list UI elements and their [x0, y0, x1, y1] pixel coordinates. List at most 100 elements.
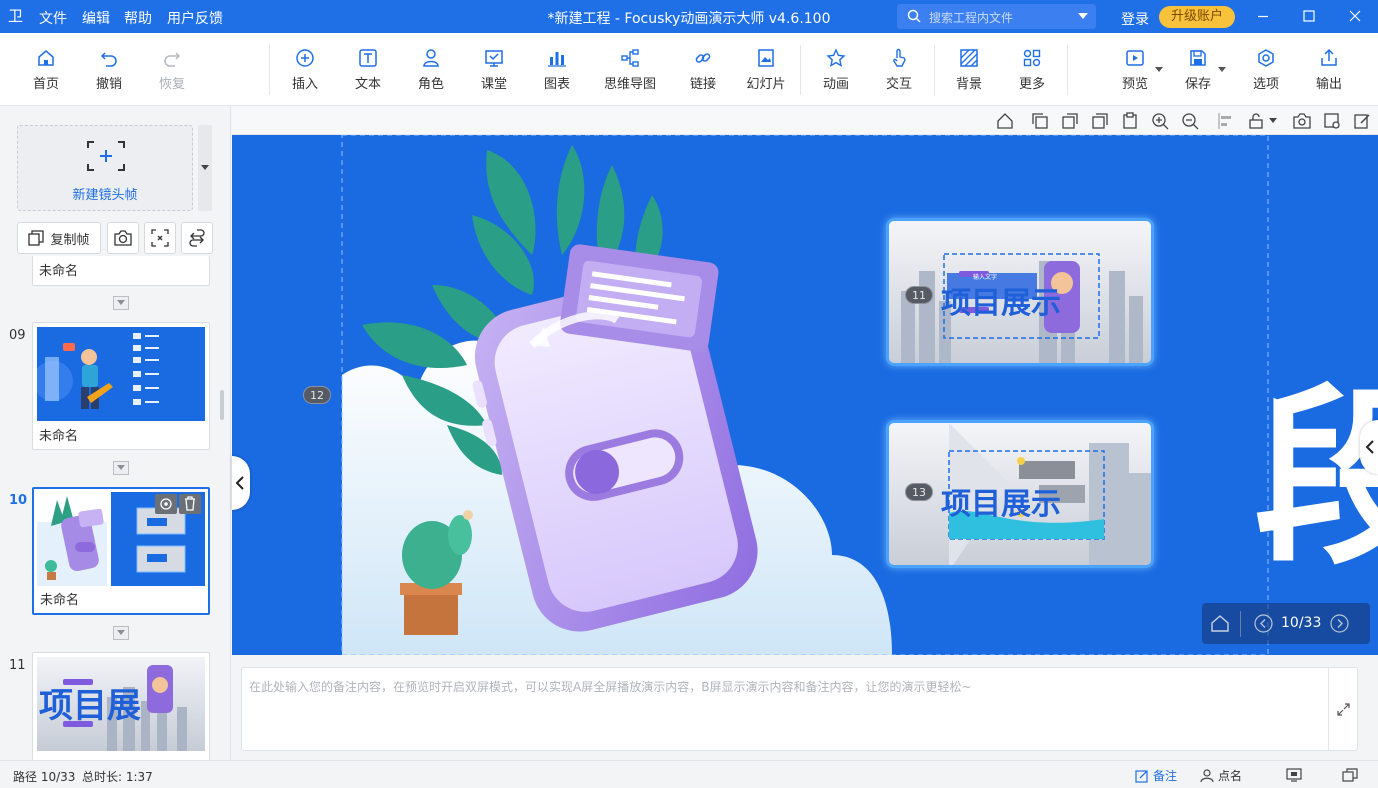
role-button[interactable]: 角色	[403, 47, 459, 92]
close-icon	[1349, 10, 1361, 22]
transition-icon[interactable]	[113, 296, 129, 310]
align-left-icon[interactable]	[1217, 112, 1235, 130]
slide-name: 未命名	[40, 593, 80, 608]
chevron-down-icon[interactable]	[1078, 13, 1088, 19]
frame-counter: 10/33	[1281, 615, 1322, 631]
interaction-button[interactable]: 交互	[871, 47, 927, 92]
animation-button[interactable]: 动画	[808, 47, 864, 92]
paste-icon[interactable]	[1121, 112, 1139, 130]
home-button[interactable]: 首页	[18, 47, 74, 92]
slides-label: 幻灯片	[746, 77, 786, 92]
role-label: 角色	[417, 77, 444, 92]
export-button[interactable]: 输出	[1301, 47, 1357, 92]
notes-input[interactable]: 在此处输入您的备注内容，在预览时开启双屏模式，可以实现A屏全屏播放演示内容，B屏…	[249, 678, 972, 695]
menu-edit[interactable]: 编辑	[82, 8, 110, 28]
text-button[interactable]: 文本	[340, 47, 396, 92]
preview-dropdown-icon[interactable]	[1155, 67, 1163, 72]
zoom-in-icon[interactable]	[1151, 112, 1169, 130]
expand-right-panel-button[interactable]	[1360, 420, 1378, 474]
bring-forward-icon[interactable]	[1031, 112, 1049, 130]
transition-icon[interactable]	[113, 626, 129, 640]
undo-button[interactable]: 撤销	[81, 47, 137, 92]
rollcall-label: 点名	[1218, 769, 1243, 783]
screenshot-button[interactable]	[107, 222, 139, 254]
notes-area[interactable]: 在此处输入您的备注内容，在预览时开启双屏模式，可以实现A屏全屏播放演示内容，B屏…	[241, 667, 1358, 751]
screen-icon[interactable]	[1286, 768, 1302, 782]
home-icon[interactable]	[1210, 613, 1230, 633]
search-input[interactable]: 搜索工程内文件	[929, 9, 1013, 26]
copy-frame-button[interactable]: 复制帧	[17, 222, 101, 254]
slide-item-10[interactable]: 未命名	[32, 487, 210, 615]
search-box[interactable]: 搜索工程内文件	[897, 4, 1096, 29]
preview-label: 预览	[1121, 77, 1148, 92]
menu-feedback[interactable]: 用户反馈	[167, 8, 223, 28]
background-button[interactable]: 背景	[941, 47, 997, 92]
undo-label: 撤销	[95, 77, 122, 92]
delete-frame-button[interactable]	[179, 494, 201, 514]
background-icon	[960, 49, 978, 67]
lock-icon[interactable]	[1247, 112, 1265, 130]
nav-divider	[1240, 611, 1241, 637]
menu-file[interactable]: 文件	[39, 8, 67, 28]
gear-icon	[1258, 49, 1274, 67]
slide-item-09[interactable]: 未命名	[32, 322, 210, 450]
upgrade-button[interactable]: 升级账户	[1159, 6, 1235, 28]
frames-panel: 新建镜头帧 复制帧 未命名 09 未命名 10 未命名 11 项目展	[0, 106, 231, 760]
text-label: 文本	[354, 77, 381, 92]
zoom-out-icon[interactable]	[1181, 112, 1199, 130]
swap-icon	[189, 229, 205, 247]
insert-button[interactable]: 插入	[277, 47, 333, 92]
menu-help[interactable]: 帮助	[124, 8, 152, 28]
trash-icon	[185, 496, 195, 511]
link-button[interactable]: 链接	[675, 47, 731, 92]
status-bar: 路径 10/33 总时长: 1:37 备注 点名	[0, 760, 1378, 788]
notes-toggle-button[interactable]: 备注	[1135, 767, 1177, 784]
maximize-button[interactable]	[1286, 0, 1332, 33]
new-frame-button[interactable]: 新建镜头帧	[17, 125, 193, 211]
slide-thumbnail	[37, 492, 205, 586]
redo-button[interactable]: 恢复	[144, 47, 200, 92]
chart-button[interactable]: 图表	[529, 47, 585, 92]
minimize-button[interactable]	[1240, 0, 1286, 33]
edit-icon[interactable]	[1353, 112, 1371, 130]
expand-notes-button[interactable]	[1328, 668, 1357, 750]
previous-frame-icon[interactable]	[1254, 614, 1273, 633]
bar-chart-icon	[548, 52, 566, 67]
frame-badge-11[interactable]: 11	[905, 286, 933, 304]
fit-frame-button[interactable]	[144, 222, 176, 254]
send-backward-icon[interactable]	[1061, 112, 1079, 130]
more-button[interactable]: 更多	[1004, 47, 1060, 92]
slide-item-11[interactable]: 项目展	[32, 652, 210, 760]
options-button[interactable]: 选项	[1238, 47, 1294, 92]
note-edit-icon	[1135, 769, 1148, 783]
export-label: 输出	[1315, 77, 1342, 92]
options-label: 选项	[1252, 77, 1279, 92]
close-button[interactable]	[1332, 0, 1378, 33]
image-settings-icon[interactable]	[1323, 112, 1341, 130]
notes-toggle-label: 备注	[1153, 769, 1178, 783]
transition-icon[interactable]	[113, 461, 129, 475]
window-mode-icon[interactable]	[1342, 768, 1358, 782]
swap-frame-button[interactable]	[181, 222, 213, 254]
redo-label: 恢复	[158, 77, 185, 92]
frame-settings-button[interactable]	[155, 494, 177, 514]
next-frame-icon[interactable]	[1330, 614, 1349, 633]
rollcall-button[interactable]: 点名	[1200, 767, 1242, 784]
lock-dropdown-icon[interactable]	[1269, 118, 1277, 123]
classroom-button[interactable]: 课堂	[466, 47, 522, 92]
duplicate-icon[interactable]	[1091, 112, 1109, 130]
duration-status: 总时长: 1:37	[82, 770, 153, 784]
frame-badge-12[interactable]: 12	[303, 386, 331, 404]
camera-icon[interactable]	[1293, 112, 1311, 130]
slides-button[interactable]: 幻灯片	[738, 47, 794, 92]
mindmap-button[interactable]: 思维导图	[595, 47, 665, 92]
home-icon[interactable]	[996, 112, 1014, 130]
save-dropdown-icon[interactable]	[1218, 67, 1226, 72]
slide-item-08[interactable]: 未命名	[32, 256, 210, 286]
editing-canvas[interactable]: 段无 项目展示 输入文字 项目展示 12 11 13	[232, 135, 1378, 655]
frame-badge-13[interactable]: 13	[905, 483, 933, 501]
new-frame-dropdown[interactable]	[198, 125, 212, 211]
app-logo-icon: 卫	[8, 7, 24, 25]
login-link[interactable]: 登录	[1121, 9, 1149, 29]
frames-scrollbar[interactable]	[220, 390, 224, 420]
